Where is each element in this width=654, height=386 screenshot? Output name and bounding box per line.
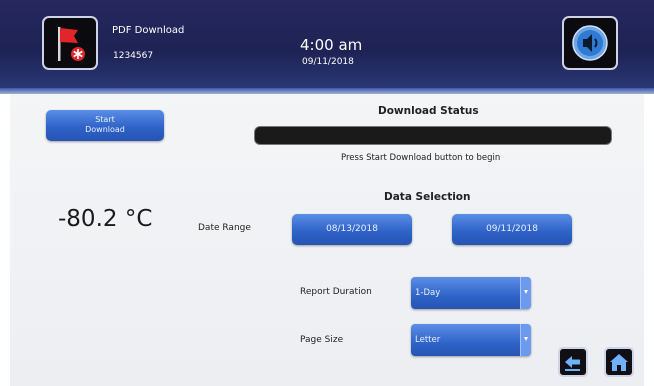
download-status-title: Download Status — [378, 105, 479, 117]
content-panel: Start Download Download Status Press Sta… — [10, 94, 644, 386]
home-button[interactable] — [604, 347, 634, 377]
screen-title: PDF Download — [112, 25, 185, 36]
report-duration-select[interactable]: 1-Day — [411, 277, 531, 309]
pdf-download-screen: PDF Download 1234567 4:00 am 09/11/2018 … — [0, 0, 654, 386]
chevron-down-icon — [520, 324, 531, 356]
alarm-button[interactable] — [42, 16, 98, 70]
download-status-message: Press Start Download button to begin — [341, 153, 501, 163]
download-progress-bar — [254, 126, 612, 145]
speaker-icon — [572, 25, 608, 61]
data-selection-title: Data Selection — [384, 191, 471, 203]
clock-time: 4:00 am — [300, 36, 363, 54]
page-size-value: Letter — [415, 335, 441, 345]
start-download-label-line1: Start — [95, 115, 115, 124]
end-date-button[interactable]: 09/11/2018 — [452, 214, 572, 245]
date-range-label: Date Range — [198, 223, 251, 233]
back-arrow-icon — [565, 356, 580, 371]
serial-number: 1234567 — [113, 51, 154, 61]
start-download-label-line2: Download — [85, 125, 125, 134]
back-button[interactable] — [558, 347, 588, 377]
flag-alarm-icon — [58, 27, 85, 61]
page-size-label: Page Size — [300, 335, 344, 345]
home-icon — [610, 354, 628, 371]
start-download-button[interactable]: Start Download — [46, 110, 164, 141]
report-duration-value: 1-Day — [415, 288, 441, 298]
sound-button[interactable] — [562, 16, 618, 70]
start-date-button[interactable]: 08/13/2018 — [292, 214, 412, 245]
page-size-select[interactable]: Letter — [411, 324, 531, 356]
chevron-down-icon — [520, 277, 531, 309]
clock-date: 09/11/2018 — [302, 57, 354, 67]
temperature-readout: -80.2 °C — [58, 206, 153, 232]
report-duration-label: Report Duration — [300, 287, 372, 297]
